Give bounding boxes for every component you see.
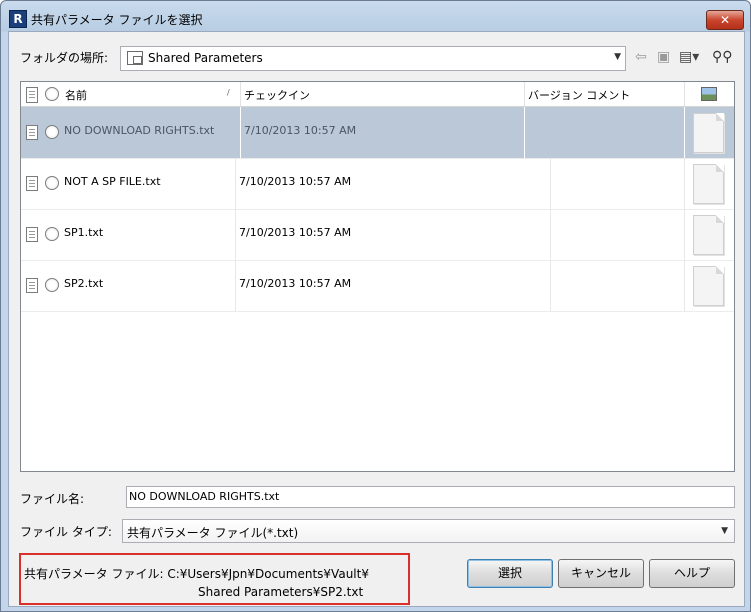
revit-logo-icon: R xyxy=(9,10,27,28)
text-file-icon xyxy=(26,176,38,191)
text-file-icon xyxy=(26,227,38,242)
radio-header-icon xyxy=(45,87,59,101)
filetype-value: 共有パラメータ ファイル(*.txt) xyxy=(127,526,299,540)
file-thumbnail xyxy=(693,164,724,204)
chevron-down-icon[interactable]: ▼ xyxy=(721,526,728,536)
column-divider xyxy=(684,158,685,209)
file-name: SP2.txt xyxy=(64,277,104,290)
file-checkin: 7/10/2013 10:57 AM xyxy=(244,124,357,137)
column-divider xyxy=(684,107,685,158)
select-button[interactable]: 選択 xyxy=(467,559,553,588)
radio-button[interactable] xyxy=(45,278,59,292)
list-item[interactable]: SP1.txt 7/10/2013 10:57 AM xyxy=(21,209,734,261)
column-divider xyxy=(240,107,241,158)
column-divider xyxy=(550,260,551,311)
back-arrow-icon[interactable]: ⇦ xyxy=(635,47,647,67)
file-thumbnail xyxy=(693,215,724,255)
column-divider[interactable] xyxy=(684,82,685,106)
image-icon xyxy=(701,87,717,101)
radio-button[interactable] xyxy=(45,125,59,139)
filename-input[interactable]: NO DOWNLOAD RIGHTS.txt xyxy=(126,486,735,508)
column-divider xyxy=(550,158,551,209)
radio-button[interactable] xyxy=(45,227,59,241)
dialog-client: フォルダの場所: Shared Parameters ▼ ⇦ ▣ ▤▾ ⚲⚲ 名… xyxy=(8,31,745,607)
list-item[interactable]: SP2.txt 7/10/2013 10:57 AM xyxy=(21,260,734,312)
radio-button[interactable] xyxy=(45,176,59,190)
column-version-comment[interactable]: バージョン コメント xyxy=(528,87,630,103)
folder-location-label: フォルダの場所: xyxy=(20,51,109,65)
shared-parameter-file-path: 共有パラメータ ファイル: C:¥Users¥Jpn¥Documents¥Vau… xyxy=(19,553,410,605)
column-name[interactable]: 名前 xyxy=(65,87,87,103)
dialog-window: R 共有パラメータ ファイルを選択 ✕ フォルダの場所: Shared Para… xyxy=(0,0,751,612)
file-name: SP1.txt xyxy=(64,226,104,239)
file-name: NO DOWNLOAD RIGHTS.txt xyxy=(64,124,215,137)
column-divider xyxy=(684,209,685,260)
text-file-icon xyxy=(26,278,38,293)
text-file-icon xyxy=(26,125,38,140)
views-icon[interactable]: ▤▾ xyxy=(679,47,699,67)
file-thumbnail xyxy=(693,266,724,306)
close-button[interactable]: ✕ xyxy=(706,10,744,30)
column-divider xyxy=(235,209,236,260)
column-divider xyxy=(524,107,525,158)
column-divider xyxy=(684,260,685,311)
column-divider[interactable] xyxy=(524,82,525,106)
folder-icon xyxy=(127,51,143,65)
folder-location-combo[interactable]: Shared Parameters ▼ xyxy=(120,46,626,71)
folder-location-value: Shared Parameters xyxy=(148,51,263,65)
document-icon xyxy=(26,87,38,103)
cancel-button[interactable]: キャンセル xyxy=(558,559,644,588)
file-checkin: 7/10/2013 10:57 AM xyxy=(239,277,352,290)
shared-path-line-2: Shared Parameters¥SP2.txt xyxy=(198,585,364,599)
search-binoculars-icon[interactable]: ⚲⚲ xyxy=(712,47,733,67)
chevron-down-icon[interactable]: ▼ xyxy=(614,52,621,62)
list-item[interactable]: NO DOWNLOAD RIGHTS.txt 7/10/2013 10:57 A… xyxy=(21,107,734,159)
column-divider xyxy=(235,260,236,311)
file-thumbnail xyxy=(693,113,724,153)
help-button[interactable]: ヘルプ xyxy=(649,559,735,588)
filetype-label: ファイル タイプ: xyxy=(20,525,112,539)
column-header: 名前 / チェックイン バージョン コメント xyxy=(21,82,734,107)
filename-label: ファイル名: xyxy=(20,492,85,506)
file-name: NOT A SP FILE.txt xyxy=(64,175,161,188)
filename-value: NO DOWNLOAD RIGHTS.txt xyxy=(129,490,280,503)
window-title: 共有パラメータ ファイルを選択 xyxy=(31,13,203,27)
shared-path-line-1: 共有パラメータ ファイル: C:¥Users¥Jpn¥Documents¥Vau… xyxy=(24,567,369,581)
list-item[interactable]: NOT A SP FILE.txt 7/10/2013 10:57 AM xyxy=(21,158,734,210)
file-list[interactable]: 名前 / チェックイン バージョン コメント NO DOWNLOAD RIGHT… xyxy=(20,81,735,472)
column-divider[interactable] xyxy=(240,82,241,106)
sort-indicator-icon: / xyxy=(227,88,230,97)
column-divider xyxy=(550,209,551,260)
up-folder-icon[interactable]: ▣ xyxy=(657,47,670,67)
file-checkin: 7/10/2013 10:57 AM xyxy=(239,226,352,239)
filetype-select[interactable]: 共有パラメータ ファイル(*.txt) ▼ xyxy=(122,519,735,543)
column-checkin[interactable]: チェックイン xyxy=(244,87,310,103)
column-divider xyxy=(235,158,236,209)
file-checkin: 7/10/2013 10:57 AM xyxy=(239,175,352,188)
